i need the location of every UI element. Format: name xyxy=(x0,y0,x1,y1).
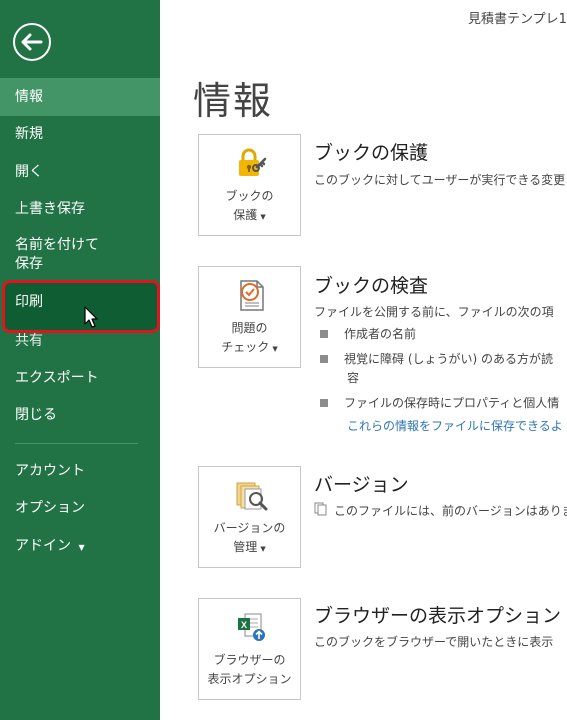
sidebar-divider xyxy=(15,443,138,444)
browser-options-description: このブックをブラウザーで開いたときに表示 xyxy=(314,635,554,649)
dropdown-caret-icon: ▼ xyxy=(260,545,266,553)
mouse-cursor-icon xyxy=(84,306,98,328)
sidebar-item-addins[interactable]: アドイン ▼ xyxy=(0,527,160,565)
inspect-document-icon xyxy=(240,280,264,311)
allow-save-info-link[interactable]: これらの情報をファイルに保存できるよ xyxy=(347,417,563,434)
sidebar-item-save-as[interactable]: 名前を付けて 保存 xyxy=(0,236,160,280)
sidebar-item-options[interactable]: オプション xyxy=(0,489,160,527)
sidebar-item-export[interactable]: エクスポート xyxy=(0,359,160,397)
lock-key-icon xyxy=(239,148,267,176)
window-title: 見積書テンプレ1 xyxy=(468,12,567,27)
sidebar-item-info[interactable]: 情報 xyxy=(0,78,160,116)
versions-description: このファイルには、前のバージョンはありま xyxy=(334,504,567,518)
versions-title: バージョン xyxy=(314,474,409,496)
versions-doc-icon xyxy=(314,502,327,516)
sidebar-item-print-label: 印刷 xyxy=(15,294,43,310)
sidebar-item-account[interactable]: アカウント xyxy=(0,452,160,490)
list-item: 視覚に障碍 (しょうがい) のある方が読 xyxy=(320,350,553,367)
check-for-issues-button[interactable]: 問題の チェック ▼ xyxy=(198,266,301,368)
dropdown-caret-icon: ▼ xyxy=(272,345,278,353)
sidebar-item-share[interactable]: 共有 xyxy=(0,322,160,360)
versions-folder-icon xyxy=(236,482,268,511)
list-item: 作成者の名前 xyxy=(320,325,416,342)
browser-view-options-button[interactable]: X ブラウザーの 表示オプション xyxy=(198,598,301,700)
sidebar-item-new[interactable]: 新規 xyxy=(0,115,160,153)
excel-browser-icon: X xyxy=(238,613,265,641)
browser-options-title: ブラウザーの表示オプション xyxy=(314,605,562,627)
protect-title: ブックの保護 xyxy=(314,142,429,164)
back-arrow-icon[interactable] xyxy=(12,22,52,62)
sidebar-item-close[interactable]: 閉じる xyxy=(0,396,160,434)
dropdown-caret-icon: ▼ xyxy=(78,543,85,552)
list-item-continuation: 容 xyxy=(347,371,360,385)
sidebar-item-open[interactable]: 開く xyxy=(0,153,160,191)
page-title: 情報 xyxy=(193,79,274,123)
sidebar-item-save[interactable]: 上書き保存 xyxy=(0,190,160,228)
manage-versions-button[interactable]: バージョンの 管理 ▼ xyxy=(198,466,301,568)
protect-description: このブックに対してユーザーが実行できる変更 xyxy=(314,173,566,187)
inspect-title: ブックの検査 xyxy=(314,275,429,297)
list-item: ファイルの保存時にプロパティと個人情 xyxy=(320,394,559,411)
inspect-description: ファイルを公開する前に、ファイルの次の項 xyxy=(314,305,554,319)
dropdown-caret-icon: ▼ xyxy=(260,213,266,221)
backstage-sidebar: 情報 新規 開く 上書き保存 名前を付けて 保存 印刷 共有 エクスポート 閉じ… xyxy=(0,0,160,720)
svg-text:X: X xyxy=(241,620,247,630)
protect-workbook-button[interactable]: ブックの 保護 ▼ xyxy=(198,134,301,236)
